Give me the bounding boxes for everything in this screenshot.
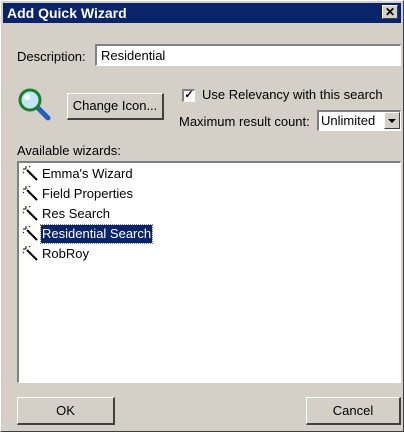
dialog-title: Add Quick Wizard	[7, 5, 127, 21]
available-wizards-label: Available wizards:	[17, 143, 121, 158]
list-item-label: Field Properties	[42, 186, 134, 201]
close-button[interactable]: ✕	[382, 5, 398, 19]
title-bar: Add Quick Wizard ✕	[3, 3, 401, 23]
add-quick-wizard-dialog: Add Quick Wizard ✕ Description: Resident…	[0, 0, 404, 432]
list-item-label: Emma's Wizard	[42, 166, 133, 181]
cancel-button[interactable]: Cancel	[306, 397, 401, 425]
use-relevancy-checkbox[interactable]: ✓	[182, 89, 195, 102]
change-icon-label: Change Icon...	[72, 98, 158, 113]
use-relevancy-label: Use Relevancy with this search	[202, 87, 383, 102]
magic-wand-icon	[23, 226, 38, 241]
ok-button[interactable]: OK	[17, 397, 115, 425]
magic-wand-icon	[23, 166, 38, 181]
magic-wand-icon	[23, 246, 38, 261]
list-item-label: RobRoy	[42, 246, 89, 261]
magic-wand-icon	[23, 206, 38, 221]
max-result-count-select[interactable]: Unlimited	[317, 110, 401, 131]
chevron-down-icon[interactable]	[384, 112, 400, 129]
list-item-label: Residential Search	[39, 224, 154, 244]
cancel-label: Cancel	[332, 403, 374, 418]
list-item-label: Res Search	[42, 206, 110, 221]
close-icon: ✕	[384, 5, 396, 19]
change-icon-button[interactable]: Change Icon...	[67, 93, 164, 120]
magnifier-icon	[18, 88, 51, 121]
description-field[interactable]: Residential	[95, 44, 401, 66]
description-label: Description:	[17, 49, 86, 64]
magic-wand-icon	[23, 186, 38, 201]
max-result-count-value: Unlimited	[321, 113, 376, 128]
max-result-count-label: Maximum result count:	[179, 114, 310, 129]
ok-label: OK	[56, 403, 75, 418]
wizards-listbox[interactable]: Emma's Wizard Field Properties Res Searc…	[17, 161, 401, 383]
